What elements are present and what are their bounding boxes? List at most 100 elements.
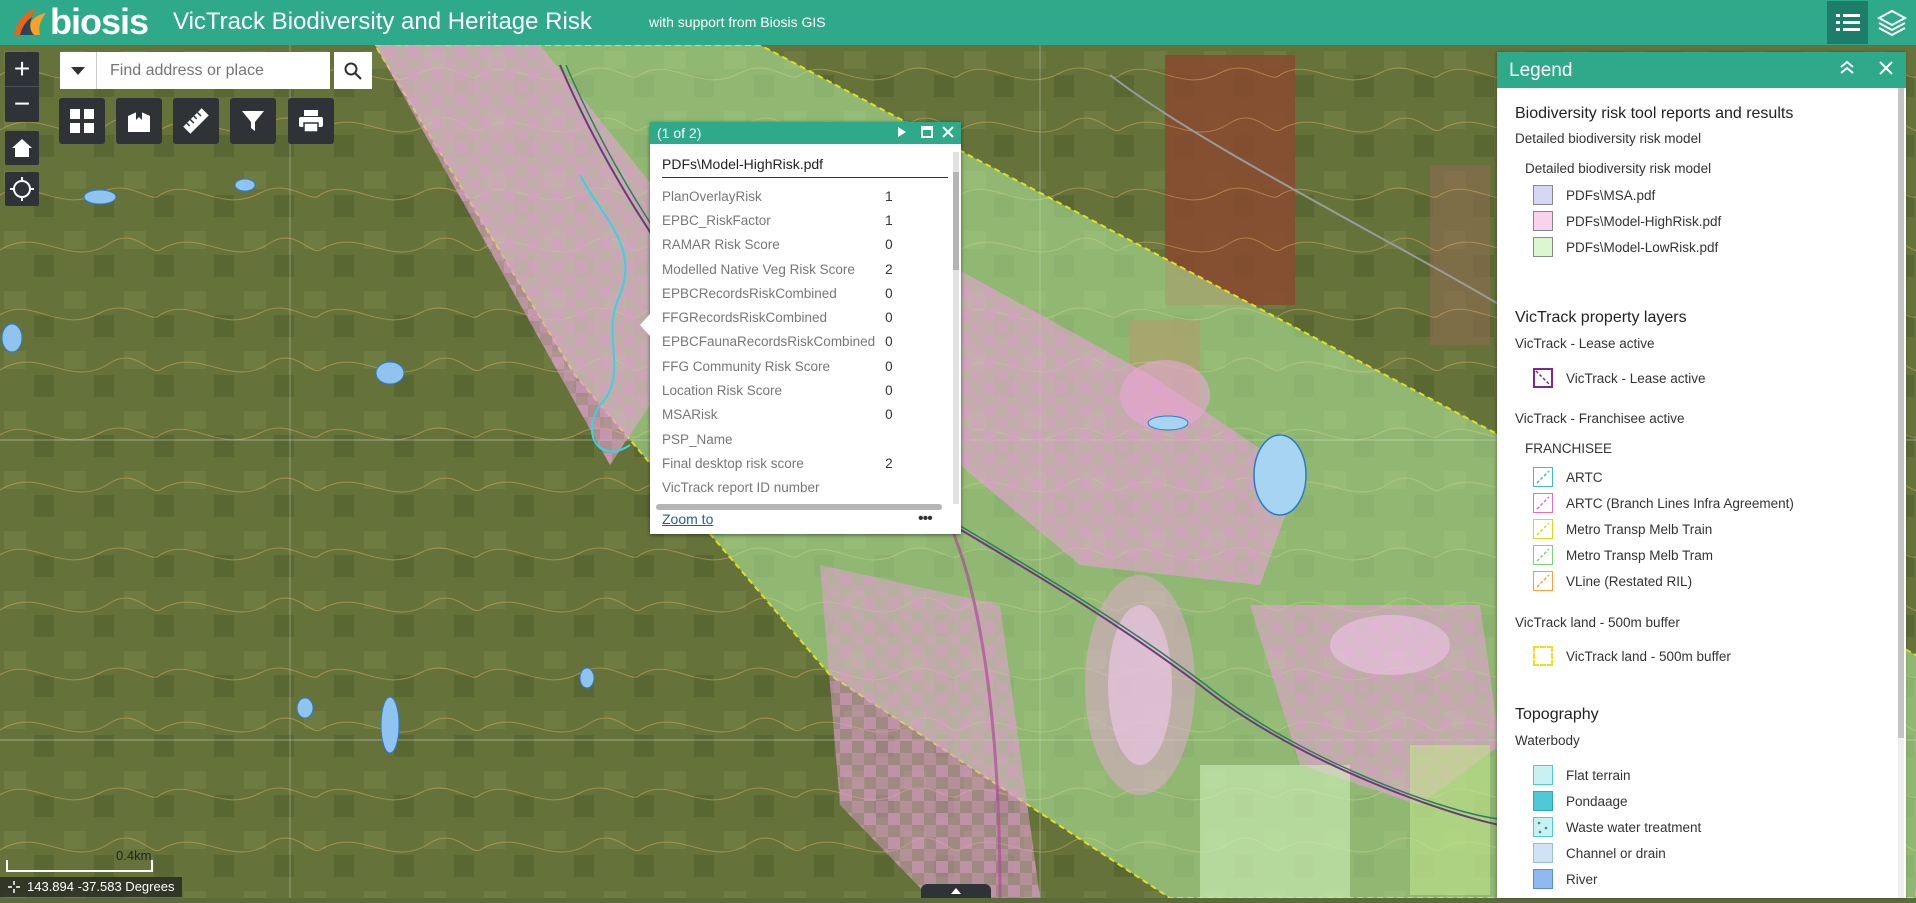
play-next-icon: [898, 127, 906, 137]
close-legend-button[interactable]: [1879, 58, 1893, 81]
legend-swatch: [1533, 237, 1553, 257]
popup-title: PDFs\Model-HighRisk.pdf: [662, 156, 948, 178]
maximize-popup-button[interactable]: [921, 125, 933, 141]
attribute-row: MSARisk 0: [660, 403, 895, 427]
legend-swatch: [1533, 791, 1553, 811]
zoom-out-button[interactable]: −: [5, 87, 39, 121]
attribute-label: PSP_Name: [662, 431, 733, 447]
attribute-label: PlanOverlayRisk: [662, 188, 762, 204]
legend-swatch: [1533, 869, 1553, 889]
legend-item: Flat terrain: [1533, 764, 1631, 786]
attribute-row: PlanOverlayRisk 1: [660, 184, 895, 208]
legend-header: Legend: [1497, 52, 1906, 88]
locate-icon: [10, 177, 34, 201]
legend-swatch: [1533, 765, 1553, 785]
attribute-label: EPBC_RiskFactor: [662, 212, 771, 228]
attribute-value: 1: [885, 188, 893, 204]
attribute-label: EPBCRecordsRiskCombined: [662, 285, 837, 301]
legend-layer-name: Detailed biodiversity risk model: [1515, 131, 1702, 146]
search-icon: [344, 62, 362, 80]
coordinate-text: 143.894 -37.583 Degrees: [27, 879, 175, 894]
attribute-label: MSARisk: [662, 407, 718, 423]
attribute-value: 2: [885, 261, 893, 277]
attribute-label: FFGRecordsRiskCombined: [662, 310, 828, 326]
legend-swatch: [1533, 519, 1553, 539]
legend-item: PDFs\Model-LowRisk.pdf: [1533, 236, 1718, 258]
attribute-value: 0: [885, 358, 893, 374]
home-icon: [12, 139, 32, 157]
legend-swatch: [1533, 211, 1553, 231]
popup-horizontal-scrollbar[interactable]: [656, 504, 942, 510]
legend-item: ARTC: [1533, 466, 1603, 488]
scale-bar: 0.4km: [6, 848, 153, 872]
buffer-swatch: [1533, 646, 1553, 666]
attribute-row: Modelled Native Veg Risk Score 2: [660, 257, 895, 281]
legend-field-name: FRANCHISEE: [1525, 441, 1613, 456]
legend-layer-name: VicTrack - Franchisee active: [1515, 411, 1685, 426]
filter-button[interactable]: [230, 98, 276, 144]
legend-panel: Legend Biodiversity risk tool reports an…: [1497, 52, 1906, 898]
zoom-in-button[interactable]: +: [5, 52, 39, 87]
legend-layer-name: VicTrack - Lease active: [1515, 336, 1655, 351]
more-actions-button[interactable]: •••: [918, 510, 933, 528]
biosis-logo: biosis: [10, 4, 149, 40]
attribute-table-toggle[interactable]: [921, 884, 991, 898]
legend-item: Waste water treatment: [1533, 816, 1701, 838]
collapse-legend-button[interactable]: [1839, 58, 1855, 81]
popup-pointer: [640, 314, 650, 336]
locate-button[interactable]: [5, 172, 39, 206]
legend-item: Pondaage: [1533, 790, 1628, 812]
legend-item: VicTrack land - 500m buffer: [1533, 645, 1731, 667]
legend-swatch: [1533, 467, 1553, 487]
layers-toggle-button[interactable]: [1871, 1, 1912, 44]
attribute-value: 0: [885, 334, 893, 350]
legend-layer-name: Waterbody: [1515, 733, 1580, 748]
legend-scrollbar[interactable]: [1898, 88, 1904, 898]
legend-item: ARTC (Branch Lines Infra Agreement): [1533, 492, 1794, 514]
attribute-label: VicTrack report ID number: [662, 480, 820, 496]
basemap-gallery-button[interactable]: [59, 98, 105, 144]
bookmark-button[interactable]: [116, 98, 162, 144]
home-button[interactable]: [5, 131, 39, 165]
attribute-value: [877, 476, 895, 500]
legend-item: Metro Transp Melb Tram: [1533, 544, 1713, 566]
print-icon: [299, 110, 323, 133]
attribute-value: 0: [885, 285, 893, 301]
popup-vertical-scrollbar[interactable]: [953, 152, 959, 504]
legend-heading-biodiversity: Biodiversity risk tool reports and resul…: [1515, 105, 1794, 122]
search-source-dropdown[interactable]: [60, 52, 97, 89]
zoom-to-link[interactable]: Zoom to: [662, 511, 713, 527]
legend-item: Channel or drain: [1533, 842, 1666, 864]
lease-hatch-swatch: [1533, 368, 1553, 388]
legend-swatch: [1533, 493, 1553, 513]
popup-header: (1 of 2): [650, 122, 961, 144]
legend-swatch: [1533, 571, 1553, 591]
app-header: biosis VicTrack Biodiversity and Heritag…: [0, 0, 1916, 45]
attribute-label: FFG Community Risk Score: [662, 358, 831, 374]
next-feature-button[interactable]: [897, 125, 907, 141]
attribute-row: RAMAR Risk Score 0: [660, 233, 895, 257]
close-icon: [942, 126, 954, 138]
popup-attributes: PlanOverlayRisk 1 EPBC_RiskFactor 1 RAMAR Ri…: [650, 184, 950, 626]
feature-popup: (1 of 2) PDFs\Model-HighRisk.pdf PlanOve…: [640, 122, 961, 534]
search-button[interactable]: [334, 52, 372, 89]
zoom-control: + −: [5, 52, 39, 122]
close-popup-button[interactable]: [942, 125, 954, 141]
print-button[interactable]: [288, 98, 334, 144]
attribute-row: FFGRecordsRiskCombined 0: [660, 305, 895, 329]
attribute-row: PSP_Name: [660, 427, 895, 451]
legend-toggle-button[interactable]: [1827, 1, 1868, 44]
legend-item: Metro Transp Melb Train: [1533, 518, 1712, 540]
app-title: VicTrack Biodiversity and Heritage Risk: [173, 8, 592, 35]
attribute-label: RAMAR Risk Score: [662, 237, 780, 253]
legend-swatch: [1533, 545, 1553, 565]
bookmark-icon: [128, 110, 150, 132]
legend-swatch: [1533, 817, 1553, 837]
app-subtitle: with support from Biosis GIS: [649, 14, 826, 30]
attribute-row: EPBC_RiskFactor 1: [660, 208, 895, 232]
measure-button[interactable]: [173, 98, 219, 144]
search-input[interactable]: [97, 52, 330, 89]
legend-list-icon: [1835, 13, 1860, 31]
legend-layer-name: VicTrack land - 500m buffer: [1515, 615, 1680, 630]
legend-heading-topography: Topography: [1515, 706, 1599, 723]
